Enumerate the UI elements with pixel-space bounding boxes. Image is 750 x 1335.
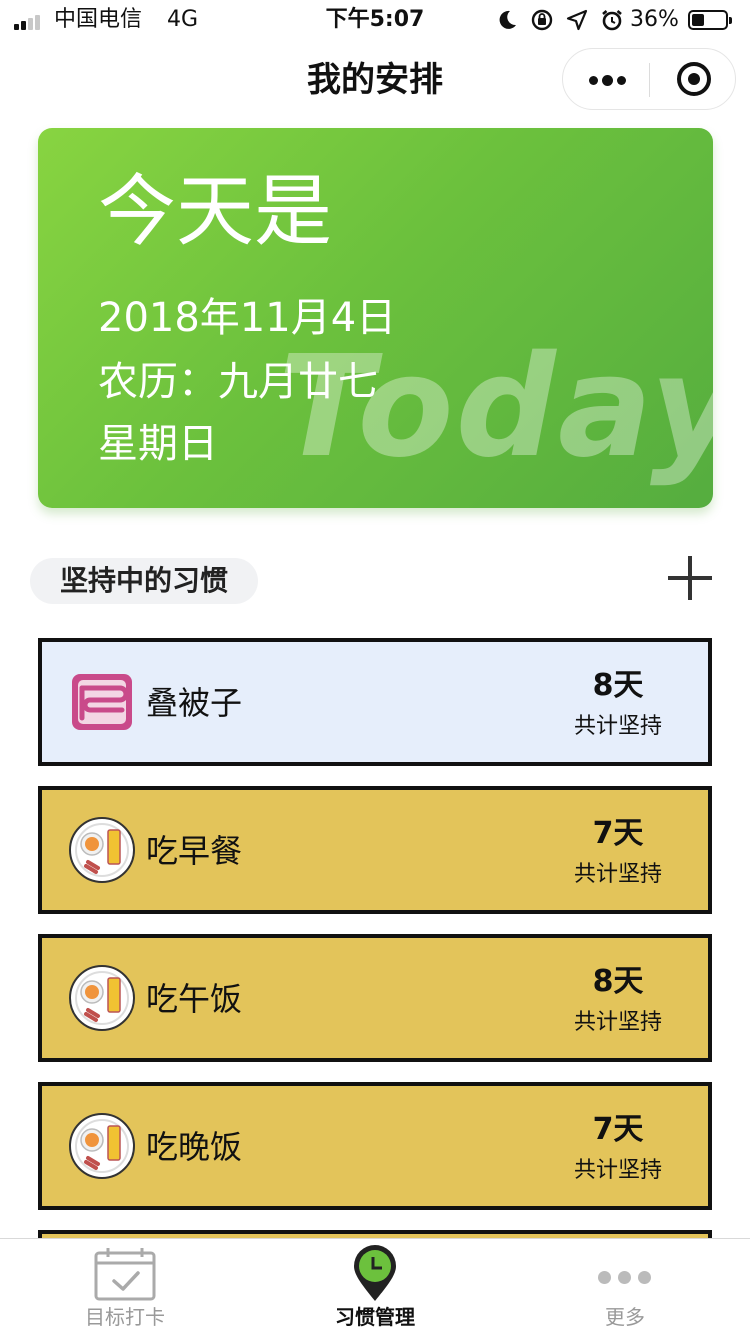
habit-name: 叠被子 — [146, 684, 243, 722]
quilt-icon — [72, 674, 132, 730]
habit-days-caption: 共计坚持 — [573, 1158, 662, 1183]
habit-name: 吃晚饭 — [146, 1128, 243, 1166]
habit-card[interactable]: 吃晚饭 7天 共计坚持 — [38, 1082, 712, 1210]
location-arrow-icon — [566, 9, 588, 31]
habit-days: 7天 — [592, 816, 644, 851]
tab-label: 更多 — [605, 1305, 645, 1329]
calendar-check-icon — [94, 1248, 156, 1301]
habit-days: 7天 — [592, 1112, 644, 1147]
plate-icon — [69, 965, 135, 1031]
section-title: 坚持中的习惯 — [30, 558, 259, 604]
plate-icon — [69, 1113, 135, 1179]
tab-goal-checkin[interactable]: 目标打卡 — [0, 1239, 250, 1335]
habit-card[interactable]: 吃午饭 8天 共计坚持 — [38, 934, 712, 1062]
battery-percent: 36% — [630, 7, 679, 32]
location-clock-icon — [354, 1245, 396, 1301]
capsule-close-button[interactable] — [651, 49, 737, 109]
more-dot-icon — [617, 76, 626, 85]
habit-days-caption: 共计坚持 — [573, 862, 662, 887]
habit-days-caption: 共计坚持 — [573, 714, 662, 739]
tab-bar: 目标打卡 习惯管理 更多 — [0, 1238, 750, 1335]
today-date: 2018年11月4日 — [98, 295, 397, 341]
habit-days-caption: 共计坚持 — [573, 1010, 662, 1035]
moon-icon — [499, 10, 516, 29]
habit-name: 吃午饭 — [146, 980, 243, 1018]
more-dots-icon — [598, 1271, 654, 1285]
mini-program-capsule — [562, 48, 736, 110]
habit-name: 吃早餐 — [146, 832, 243, 870]
tab-label: 目标打卡 — [85, 1305, 165, 1329]
today-card: Today 今天是 2018年11月4日 农历：九月廿七 星期日 — [38, 128, 713, 508]
battery-icon — [688, 10, 732, 30]
habit-days: 8天 — [592, 668, 644, 703]
status-bar: 中国电信 4G 下午5:07 36% — [0, 0, 750, 40]
today-weekday: 星期日 — [98, 421, 218, 467]
habit-days: 8天 — [592, 964, 644, 999]
tab-label: 习惯管理 — [335, 1305, 415, 1329]
battery-fill — [692, 14, 704, 26]
rotation-lock-icon — [531, 9, 553, 31]
more-dot-icon — [602, 75, 613, 86]
more-dot-icon — [589, 76, 598, 85]
capsule-more-button[interactable] — [563, 49, 649, 109]
tab-more[interactable]: 更多 — [500, 1239, 750, 1335]
alarm-icon — [602, 10, 622, 31]
add-habit-button[interactable] — [668, 556, 712, 600]
today-heading: 今天是 — [98, 167, 333, 257]
habit-card[interactable]: 叠被子 8天 共计坚持 — [38, 638, 712, 766]
capsule-divider — [649, 63, 650, 97]
status-icons — [496, 6, 624, 34]
habit-card[interactable]: 吃早餐 7天 共计坚持 — [38, 786, 712, 914]
plate-icon — [69, 817, 135, 883]
today-lunar-date: 农历：九月廿七 — [98, 359, 378, 405]
tab-habit-management[interactable]: 习惯管理 — [250, 1239, 500, 1335]
